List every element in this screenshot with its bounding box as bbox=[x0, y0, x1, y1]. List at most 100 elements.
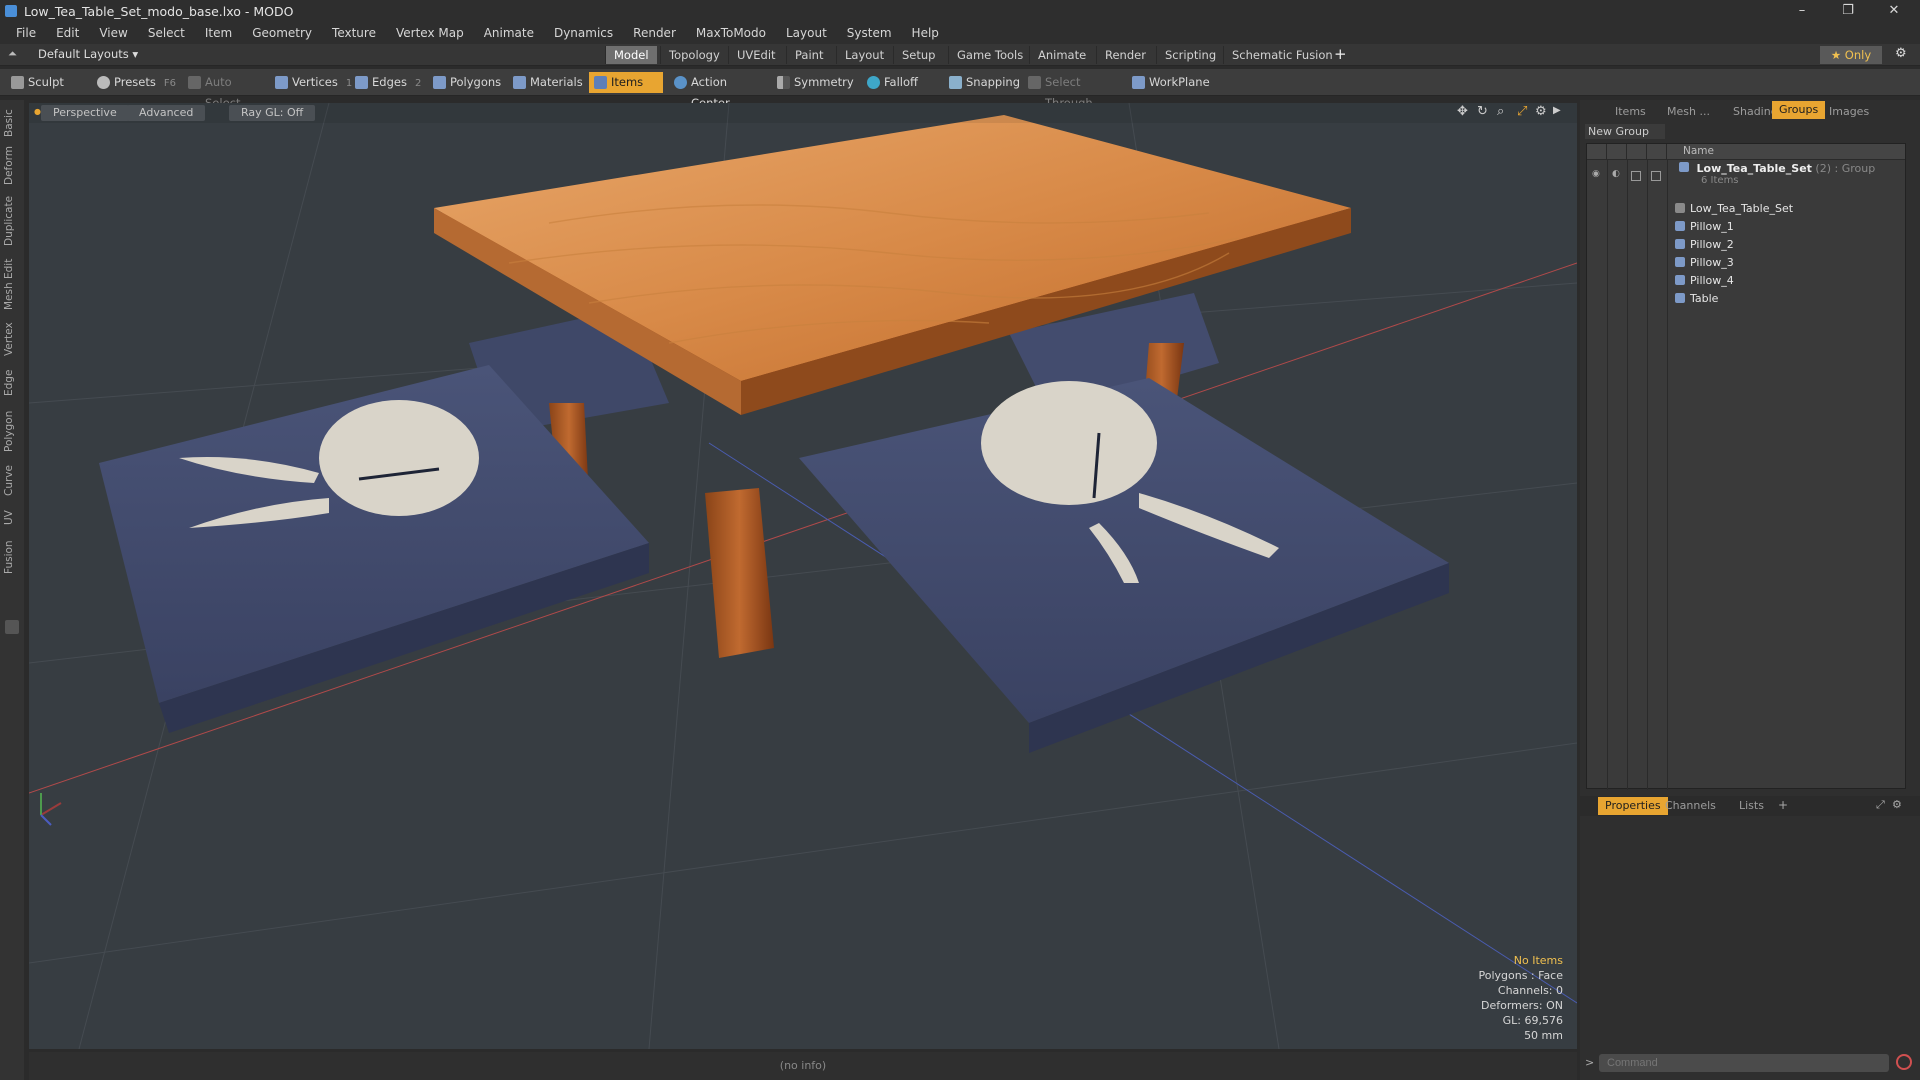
tab-scripting[interactable]: Scripting bbox=[1156, 46, 1224, 64]
tab-uv[interactable]: UV bbox=[3, 506, 21, 530]
group-select-toggle[interactable] bbox=[1651, 171, 1661, 181]
list-item[interactable]: Pillow_4 bbox=[1675, 273, 1734, 289]
tab-render[interactable]: Render bbox=[1096, 46, 1154, 64]
menu-layout[interactable]: Layout bbox=[776, 26, 837, 40]
select-column-icon[interactable] bbox=[1647, 144, 1667, 160]
tab-duplicate[interactable]: Duplicate bbox=[3, 192, 21, 250]
tab-animate[interactable]: Animate bbox=[1029, 46, 1094, 64]
tab-deform[interactable]: Deform bbox=[3, 144, 21, 186]
maximize-icon[interactable]: ⤢ bbox=[1517, 104, 1527, 119]
layout-preset-dropdown[interactable]: Default Layouts ▾ bbox=[38, 47, 138, 61]
list-item[interactable]: Pillow_1 bbox=[1675, 219, 1734, 235]
tab-basic[interactable]: Basic bbox=[3, 106, 21, 140]
edges-button[interactable]: Edges 2 bbox=[350, 72, 426, 93]
new-group-button[interactable]: New Group bbox=[1585, 124, 1665, 139]
scene-render[interactable] bbox=[29, 103, 1577, 1049]
raygl-toggle[interactable]: Ray GL: Off bbox=[229, 105, 316, 121]
restore-button[interactable]: ❐ bbox=[1830, 0, 1866, 22]
gear-icon[interactable]: ⚙ bbox=[1895, 46, 1907, 61]
menu-edit[interactable]: Edit bbox=[46, 26, 89, 40]
select-through-button[interactable]: Select Through bbox=[1023, 72, 1123, 110]
group-row[interactable]: Low_Tea_Table_Set (2) : Group 6 Items bbox=[1679, 162, 1875, 192]
menu-system[interactable]: System bbox=[837, 26, 902, 40]
layout-collapse-icon[interactable]: ⏶ bbox=[8, 47, 17, 61]
tab-model[interactable]: Model bbox=[605, 46, 657, 64]
list-item[interactable]: Pillow_3 bbox=[1675, 255, 1734, 271]
viewport-more-icon[interactable]: ▶ bbox=[1553, 105, 1561, 116]
visibility-column-icon[interactable] bbox=[1587, 144, 1607, 160]
zoom-icon[interactable]: ⌕ bbox=[1497, 104, 1504, 119]
menu-file[interactable]: File bbox=[6, 26, 46, 40]
command-history-icon[interactable] bbox=[1896, 1054, 1912, 1070]
tab-paint[interactable]: Paint bbox=[786, 46, 831, 64]
menu-vertex-map[interactable]: Vertex Map bbox=[386, 26, 474, 40]
tab-mesh[interactable]: Mesh ... bbox=[1660, 103, 1717, 121]
tab-polygon[interactable]: Polygon bbox=[3, 406, 21, 456]
menu-animate[interactable]: Animate bbox=[474, 26, 544, 40]
polygons-button[interactable]: Polygons bbox=[428, 72, 502, 93]
only-toggle[interactable]: ★ Only bbox=[1820, 46, 1882, 64]
rotate-icon[interactable]: ↻ bbox=[1477, 104, 1488, 119]
presets-button[interactable]: Presets F6 bbox=[92, 72, 176, 93]
menu-render[interactable]: Render bbox=[623, 26, 686, 40]
tab-groups[interactable]: Groups bbox=[1772, 101, 1826, 119]
tab-curve[interactable]: Curve bbox=[3, 462, 21, 500]
items-button[interactable]: Items bbox=[589, 72, 663, 93]
tab-images[interactable]: Images bbox=[1822, 103, 1876, 121]
group-visibility-toggle[interactable]: ◉ bbox=[1592, 169, 1600, 179]
render-column-icon[interactable] bbox=[1607, 144, 1627, 160]
3d-viewport[interactable]: ● Perspective Advanced Ray GL: Off ✥ ↻ ⌕… bbox=[29, 103, 1577, 1049]
panel-toggle-button[interactable] bbox=[5, 620, 19, 634]
tab-schematic-fusion[interactable]: Schematic Fusion bbox=[1223, 46, 1341, 64]
add-tab-button[interactable]: + bbox=[1334, 45, 1347, 63]
menu-maxtomodo[interactable]: MaxToModo bbox=[686, 26, 776, 40]
viewport-settings-icon[interactable]: ⚙ bbox=[1535, 104, 1547, 119]
tab-layout[interactable]: Layout bbox=[836, 46, 892, 64]
tab-mesh-edit[interactable]: Mesh Edit bbox=[3, 256, 21, 312]
materials-button[interactable]: Materials bbox=[508, 72, 584, 93]
command-input[interactable] bbox=[1599, 1054, 1889, 1072]
add-tab-button[interactable]: + bbox=[1778, 798, 1788, 812]
expand-panel-icon[interactable]: ⤢ bbox=[1876, 798, 1885, 812]
view-type-dropdown[interactable]: Perspective bbox=[41, 105, 129, 121]
falloff-button[interactable]: Falloff bbox=[862, 72, 936, 93]
list-item[interactable]: Table bbox=[1675, 291, 1718, 307]
lock-column-icon[interactable] bbox=[1627, 144, 1647, 160]
workplane-button[interactable]: WorkPlane bbox=[1127, 72, 1213, 93]
tab-uvedit[interactable]: UVEdit bbox=[728, 46, 784, 64]
tab-lists[interactable]: Lists bbox=[1732, 797, 1771, 815]
menu-select[interactable]: Select bbox=[138, 26, 195, 40]
tab-game-tools[interactable]: Game Tools bbox=[948, 46, 1031, 64]
viewport-menu-icon[interactable]: ● bbox=[34, 107, 41, 116]
minimize-button[interactable]: – bbox=[1784, 0, 1820, 22]
symmetry-button[interactable]: Symmetry bbox=[772, 72, 854, 93]
panel-settings-icon[interactable]: ⚙ bbox=[1892, 798, 1902, 811]
vertices-button[interactable]: Vertices 1 bbox=[270, 72, 352, 93]
snapping-button[interactable]: Snapping bbox=[944, 72, 1028, 93]
tab-fusion[interactable]: Fusion bbox=[3, 536, 21, 578]
shading-mode-dropdown[interactable]: Advanced bbox=[127, 105, 206, 121]
tab-items[interactable]: Items bbox=[1608, 103, 1653, 121]
action-center-button[interactable]: Action Center bbox=[669, 72, 769, 110]
pan-icon[interactable]: ✥ bbox=[1457, 104, 1468, 119]
tab-vertex[interactable]: Vertex bbox=[3, 318, 21, 360]
left-tool-tabs: Basic Deform Duplicate Mesh Edit Vertex … bbox=[0, 100, 24, 1080]
auto-select-button[interactable]: Auto Select bbox=[183, 72, 267, 110]
sculpt-button[interactable]: Sculpt bbox=[6, 72, 88, 93]
tab-setup[interactable]: Setup bbox=[893, 46, 943, 64]
menu-view[interactable]: View bbox=[89, 26, 137, 40]
menu-texture[interactable]: Texture bbox=[322, 26, 386, 40]
list-item[interactable]: Pillow_2 bbox=[1675, 237, 1734, 253]
close-button[interactable]: ✕ bbox=[1876, 0, 1912, 22]
group-render-toggle[interactable]: ◐ bbox=[1612, 169, 1620, 179]
tab-edge[interactable]: Edge bbox=[3, 366, 21, 400]
menu-dynamics[interactable]: Dynamics bbox=[544, 26, 623, 40]
menu-item[interactable]: Item bbox=[195, 26, 242, 40]
name-column-header[interactable]: Name bbox=[1683, 145, 1714, 157]
menu-help[interactable]: Help bbox=[902, 26, 949, 40]
menu-geometry[interactable]: Geometry bbox=[242, 26, 322, 40]
tab-channels[interactable]: Channels bbox=[1658, 797, 1723, 815]
tab-topology[interactable]: Topology bbox=[660, 46, 728, 64]
list-item[interactable]: Low_Tea_Table_Set bbox=[1675, 201, 1793, 217]
group-lock-toggle[interactable] bbox=[1631, 171, 1641, 181]
